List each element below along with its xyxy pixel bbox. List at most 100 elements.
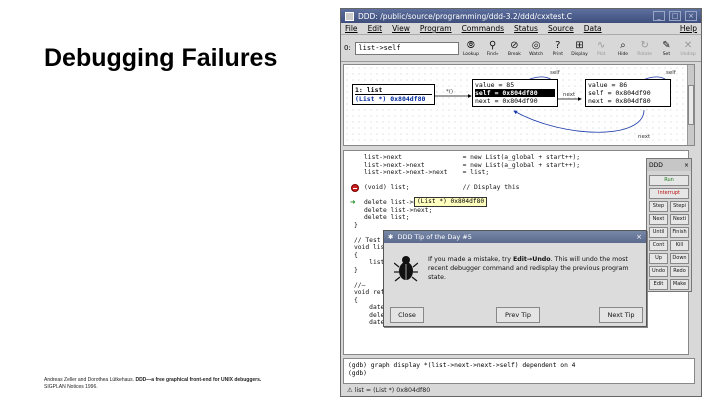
tip-text-bold: Edit→Undo xyxy=(512,256,551,263)
command-tool-title: DDD xyxy=(649,161,663,169)
ddd-window: DDD: /public/source/programming/ddd-3.2/… xyxy=(340,8,702,397)
break-button[interactable]: ⊘ Break xyxy=(505,40,525,57)
run-button[interactable]: Run xyxy=(649,175,689,186)
undo-button[interactable]: Undo xyxy=(649,266,668,277)
stepi-button[interactable]: Stepi xyxy=(670,201,689,212)
find-icon: ⚲ xyxy=(488,39,497,51)
tip-of-the-day-dialog: ✱ DDD Tip of the Day #5 × If you made a … xyxy=(383,230,647,327)
window-menu-icon[interactable] xyxy=(345,11,354,21)
watch-button[interactable]: ◎ Watch xyxy=(526,40,546,57)
menu-commands[interactable]: Commands xyxy=(462,24,504,33)
console-line: (gdb) graph display *(list->next->next->… xyxy=(348,362,576,369)
argument-field[interactable] xyxy=(355,41,460,55)
menu-view[interactable]: View xyxy=(392,24,410,33)
code-line: // Test xyxy=(354,236,381,244)
menu-help[interactable]: Help xyxy=(680,24,697,33)
menubar: File Edit View Program Commands Status S… xyxy=(341,23,701,35)
command-tool-close-icon[interactable]: × xyxy=(684,162,689,169)
menu-status[interactable]: Status xyxy=(514,24,538,33)
rotate-button[interactable]: ↻ Rotate xyxy=(635,40,655,57)
tip-close-icon[interactable]: × xyxy=(636,233,642,241)
breakpoint-icon[interactable] xyxy=(351,184,359,192)
next-tip-button[interactable]: Next Tip xyxy=(599,307,643,323)
code-line: list xyxy=(354,259,385,266)
print-button[interactable]: ? Print xyxy=(548,40,568,57)
window-titlebar[interactable]: DDD: /public/source/programming/ddd-3.2/… xyxy=(341,9,701,23)
code-line: //— xyxy=(354,281,366,289)
hide-button[interactable]: ⌕ Hide xyxy=(613,40,633,57)
break-icon: ⊘ xyxy=(510,39,519,51)
command-tool: DDD × Run Interrupt Step Stepi Next Next… xyxy=(646,158,692,292)
lookup-label: Lookup xyxy=(462,51,479,57)
code-line: void lis xyxy=(354,244,385,251)
lookup-button[interactable]: ⦾ Lookup xyxy=(461,40,481,57)
data-scroll-thumb[interactable] xyxy=(688,85,694,125)
menu-program[interactable]: Program xyxy=(420,24,452,33)
code-line: { xyxy=(354,251,358,259)
edit-button[interactable]: Edit xyxy=(649,279,668,290)
down-button[interactable]: Down xyxy=(670,253,689,264)
step-button[interactable]: Step xyxy=(649,201,668,212)
prev-tip-button[interactable]: Prev Tip xyxy=(496,307,540,323)
maximize-button[interactable]: □ xyxy=(669,11,681,21)
nexti-button[interactable]: Nexti xyxy=(670,214,689,225)
display-button[interactable]: ⊞ Display xyxy=(570,40,590,57)
plot-button[interactable]: ∿ Plot xyxy=(591,40,611,57)
close-button[interactable]: × xyxy=(685,11,697,21)
until-button[interactable]: Until xyxy=(649,227,668,238)
tip-titlebar[interactable]: ✱ DDD Tip of the Day #5 × xyxy=(384,231,646,243)
undisplay-button[interactable]: ✕ Undisp xyxy=(678,40,698,57)
data-display[interactable]: 1: list (List *) 0x804df80 value = 85 se… xyxy=(343,64,695,146)
find-button[interactable]: ⚲ Find» xyxy=(483,40,503,57)
citation-authors: Andreas Zeller and Dorothea Lütkehaus. xyxy=(44,377,135,383)
struct-1-self[interactable]: self = 0x804df80 xyxy=(475,89,555,97)
command-tool-bar[interactable]: DDD × xyxy=(647,159,691,171)
watch-icon: ◎ xyxy=(531,39,541,51)
argument-label: 0: xyxy=(344,44,351,52)
print-icon: ? xyxy=(555,39,561,51)
watch-label: Watch xyxy=(529,51,544,57)
data-scrollbar[interactable] xyxy=(687,65,694,145)
finish-button[interactable]: Finish xyxy=(670,227,689,238)
status-bar: ⚠ list = (List *) 0x804df80 xyxy=(347,387,431,394)
redo-button[interactable]: Redo xyxy=(670,266,689,277)
menu-file[interactable]: File xyxy=(345,24,358,33)
make-button[interactable]: Make xyxy=(670,279,689,290)
kill-button[interactable]: Kill xyxy=(670,240,689,251)
code-line: list->next = new List(a_global + start++… xyxy=(364,154,581,161)
rotate-icon: ↻ xyxy=(640,39,649,51)
interrupt-button[interactable]: Interrupt xyxy=(649,188,689,199)
next-button[interactable]: Next xyxy=(649,214,668,225)
code-line: date xyxy=(354,304,385,311)
debugger-console[interactable]: (gdb) graph display *(list->next->next->… xyxy=(343,358,695,384)
menu-source[interactable]: Source xyxy=(548,24,574,33)
print-label: Print xyxy=(552,51,563,57)
minimize-button[interactable]: _ xyxy=(653,11,665,21)
edge-label-self-1: self xyxy=(550,70,560,76)
menu-edit[interactable]: Edit xyxy=(368,24,383,33)
toolbar: 0: ⦾Lookup ⚲Find» ⊘Break ◎Watch ?Print ⊞… xyxy=(341,35,701,62)
set-icon: ✎ xyxy=(662,39,671,51)
list-node-value: (List *) 0x804df80 xyxy=(355,95,426,103)
struct-node-1[interactable]: value = 85 self = 0x804df80 next = 0x804… xyxy=(472,79,558,107)
struct-node-2[interactable]: value = 86 self = 0x804df90 next = 0x804… xyxy=(585,79,671,107)
tip-close-button[interactable]: Close xyxy=(390,307,424,323)
citation-title: DDD—a free graphical front-end for UNIX … xyxy=(135,377,262,383)
up-button[interactable]: Up xyxy=(649,253,668,264)
console-prompt[interactable]: (gdb) xyxy=(348,370,690,378)
tip-text-before: If you made a mistake, try xyxy=(428,256,513,263)
cont-button[interactable]: Cont xyxy=(649,240,668,251)
code-line: } xyxy=(354,266,358,274)
struct-1-next: next = 0x804df90 xyxy=(475,97,538,105)
set-button[interactable]: ✎ Set xyxy=(657,40,677,57)
plot-label: Plot xyxy=(596,51,606,57)
display-label: Display xyxy=(571,51,588,57)
code-line: delete list->next; xyxy=(364,206,433,214)
code-line: list->next->next->next = list; xyxy=(364,169,490,176)
code-line: } xyxy=(354,221,358,229)
lookup-icon: ⦾ xyxy=(466,39,475,51)
list-node[interactable]: 1: list (List *) 0x804df80 xyxy=(352,84,435,105)
menu-data[interactable]: Data xyxy=(584,24,602,33)
tip-window-icon: ✱ xyxy=(388,233,394,241)
rotate-label: Rotate xyxy=(637,51,653,57)
